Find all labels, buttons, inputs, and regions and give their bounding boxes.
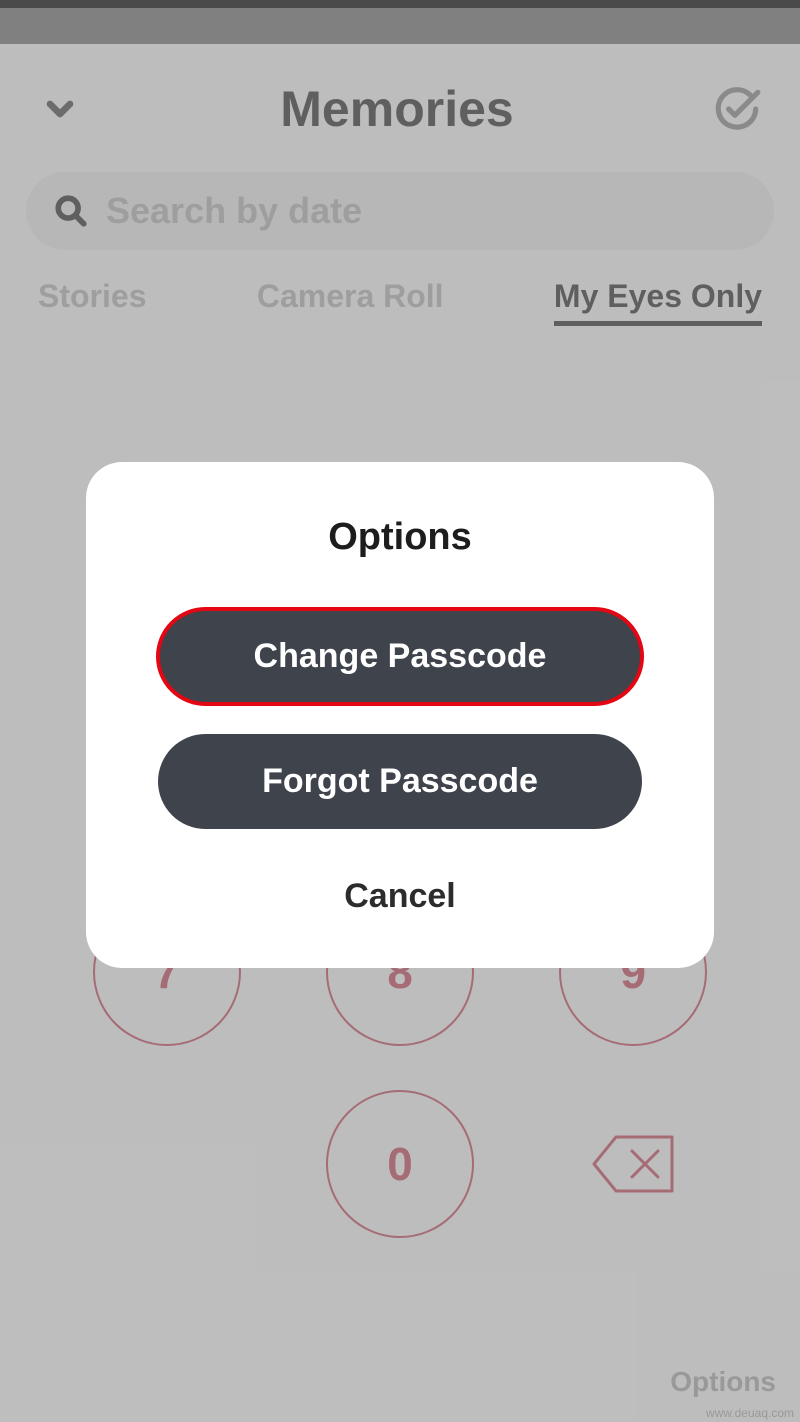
watermark: www.deuaq.com — [706, 1406, 794, 1420]
forgot-passcode-button[interactable]: Forgot Passcode — [158, 734, 642, 829]
memories-screen: Memories Stories Camera Roll My Eyes Onl… — [0, 44, 800, 1422]
change-passcode-button[interactable]: Change Passcode — [158, 609, 642, 704]
cancel-button[interactable]: Cancel — [344, 877, 456, 916]
options-modal: Options Change Passcode Forgot Passcode … — [86, 462, 714, 968]
status-bar — [0, 0, 800, 8]
modal-title: Options — [328, 516, 472, 559]
status-bar-sub — [0, 8, 800, 44]
